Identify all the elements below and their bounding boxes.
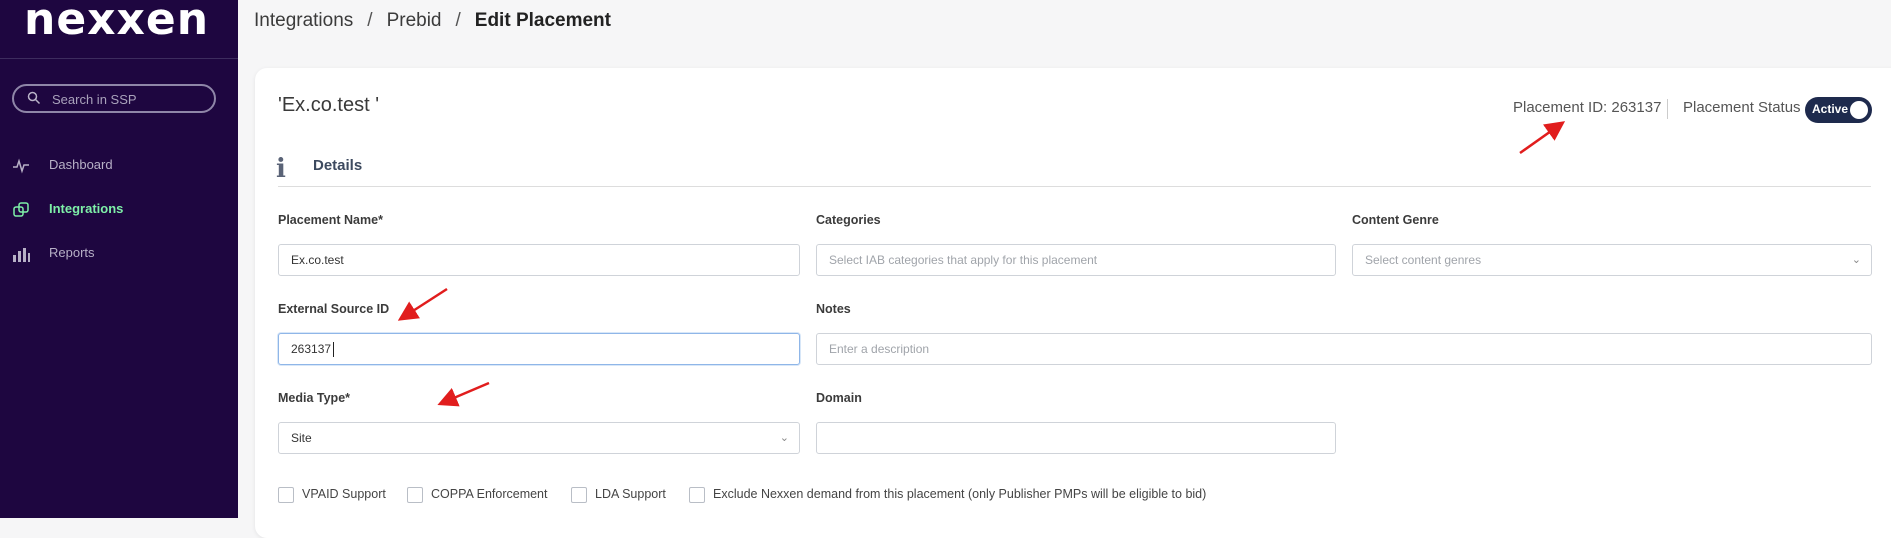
annotation-arrow: [397, 287, 448, 321]
annotation-arrow: [1519, 121, 1566, 155]
annotation-arrows: [397, 121, 1566, 407]
annotation-arrow: [437, 381, 490, 407]
